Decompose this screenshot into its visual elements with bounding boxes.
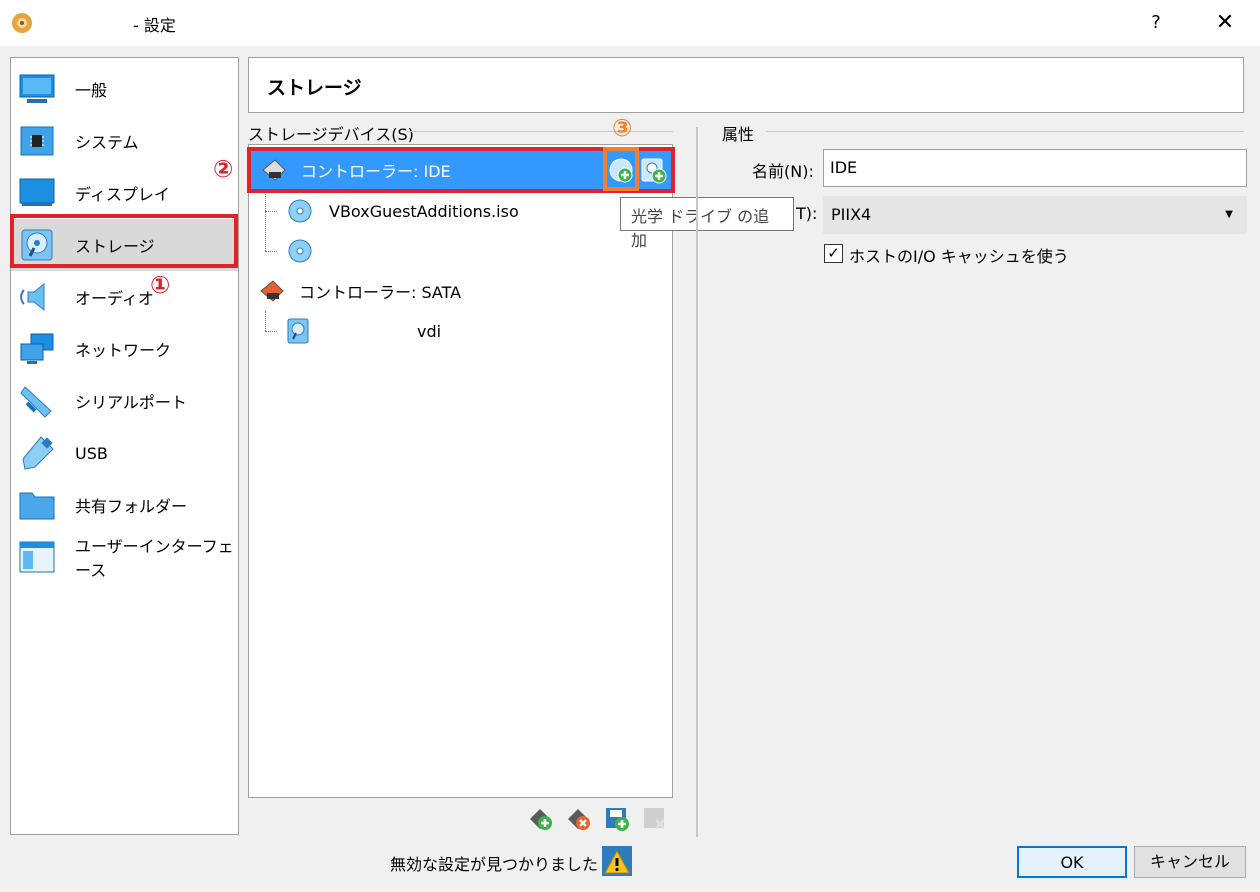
speaker-icon — [19, 279, 55, 315]
chip-icon — [19, 123, 55, 159]
hard-disk-icon — [287, 318, 309, 344]
window-title: - 設定 — [133, 16, 176, 35]
type-select-value: PIIX4 — [831, 205, 872, 224]
ok-button[interactable]: OK — [1017, 846, 1127, 878]
sidebar-item-network[interactable]: ネットワーク — [11, 323, 238, 375]
window-ui-icon — [19, 539, 55, 575]
type-label: T): — [796, 204, 818, 223]
title-bar: - 設定 ? ✕ — [0, 0, 1260, 46]
remove-controller-button[interactable] — [566, 806, 592, 832]
remove-attachment-button[interactable] — [642, 806, 668, 832]
usb-icon — [19, 435, 55, 471]
annotation-box-add-optical — [603, 147, 639, 191]
tree-connector — [265, 331, 277, 332]
cancel-button[interactable]: キャンセル — [1134, 846, 1246, 878]
sidebar-item-label: USB — [75, 443, 108, 463]
virtualbox-app-icon — [12, 13, 32, 33]
optical-disc-icon — [288, 199, 312, 223]
sidebar-item-audio[interactable]: オーディオ — [11, 271, 238, 323]
network-icon — [19, 331, 55, 367]
sidebar-item-user-interface[interactable]: ユーザーインターフェース — [11, 531, 238, 583]
tree-item-label: VBoxGuestAdditions.iso — [329, 201, 519, 221]
sidebar-item-shared-folders[interactable]: 共有フォルダー — [11, 479, 238, 531]
tooltip-add-optical-drive: 光学 ドライブ の追加 — [620, 197, 794, 250]
tree-item-controller-sata[interactable]: コントローラー: SATA — [259, 271, 461, 311]
sidebar-item-system[interactable]: システム — [11, 115, 238, 167]
help-button[interactable]: ? — [1142, 10, 1170, 36]
tree-item-label: コントローラー: SATA — [299, 283, 462, 302]
sidebar-item-label: ネットワーク — [75, 341, 172, 360]
close-button[interactable]: ✕ — [1210, 8, 1240, 38]
tree-item-optical-empty[interactable] — [287, 231, 329, 271]
dropdown-caret-icon: ▼ — [1225, 209, 1233, 220]
group-divider — [766, 131, 1244, 132]
monitor-icon — [19, 71, 55, 107]
sidebar-item-label: システム — [75, 133, 139, 152]
panel-separator — [696, 127, 698, 837]
host-io-cache-checkbox[interactable]: ✓ — [824, 244, 843, 263]
sidebar-item-label: 一般 — [75, 81, 108, 100]
sidebar-item-label: シリアルポート — [75, 393, 187, 412]
add-controller-button[interactable] — [528, 806, 554, 832]
annotation-box-storage — [10, 214, 238, 268]
tree-item-optical-iso[interactable]: VBoxGuestAdditions.iso — [287, 191, 519, 231]
sidebar-item-label: オーディオ — [75, 289, 154, 308]
storage-devices-group-title: ストレージデバイス(S) — [248, 121, 422, 145]
annotation-number-3: ③ — [612, 114, 633, 142]
host-io-cache-label: ホストのI/O キャッシュを使う — [849, 247, 1069, 266]
optical-disc-icon — [288, 239, 312, 263]
page-header: ストレージ — [248, 57, 1244, 113]
tree-item-hard-disk[interactable]: vdi — [287, 311, 441, 351]
invalid-settings-message: 無効な設定が見つかりました — [390, 855, 599, 874]
annotation-number-1: ① — [150, 271, 171, 299]
sidebar-item-label: 共有フォルダー — [75, 497, 188, 516]
tree-connector — [265, 191, 266, 251]
warning-icon[interactable] — [601, 845, 633, 877]
annotation-number-2: ② — [213, 155, 234, 183]
sidebar-item-label: ユーザーインターフェース — [75, 537, 234, 580]
sidebar-item-serial-port[interactable]: シリアルポート — [11, 375, 238, 427]
sata-controller-icon — [260, 280, 284, 302]
tree-connector — [265, 311, 266, 331]
folder-icon — [19, 487, 55, 523]
tree-item-label: vdi — [417, 321, 442, 341]
tree-connector — [265, 251, 277, 252]
sidebar-item-general[interactable]: 一般 — [11, 63, 238, 115]
storage-tree[interactable]: コントローラー: IDE VBoxGuestAdditions.iso コントロ… — [248, 144, 673, 798]
display-icon — [19, 175, 55, 211]
group-divider — [407, 131, 673, 132]
attributes-group-title: 属性 — [722, 121, 763, 145]
add-attachment-button[interactable] — [604, 806, 630, 832]
type-select[interactable]: PIIX4 ▼ — [823, 196, 1247, 234]
serial-port-icon — [19, 383, 55, 419]
page-title: ストレージ — [267, 77, 362, 99]
name-input[interactable]: IDE — [823, 149, 1247, 187]
sidebar-item-usb[interactable]: USB — [11, 427, 238, 479]
settings-sidebar: 一般 システム ディスプレイ ストレージ オーディオ ネットワーク シリアルポー… — [10, 57, 239, 835]
tree-connector — [265, 211, 277, 212]
sidebar-item-label: ディスプレイ — [75, 185, 170, 204]
sidebar-item-display[interactable]: ディスプレイ — [11, 167, 238, 219]
name-label: 名前(N): — [752, 162, 814, 181]
